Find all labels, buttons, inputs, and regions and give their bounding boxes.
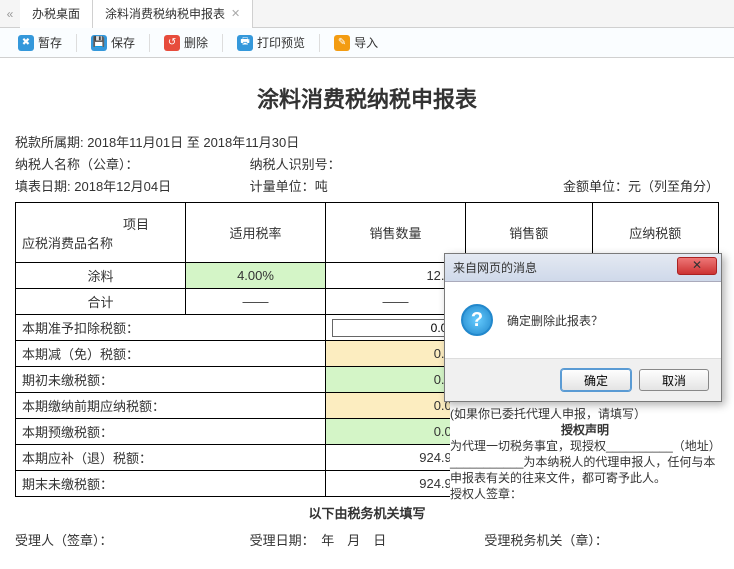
tab-bar: « 办税桌面 涂料消费税纳税申报表 ✕ — [0, 0, 734, 28]
row-label: 期末未缴税额： — [16, 471, 326, 497]
receive-date-label: 受理日期： — [250, 533, 309, 548]
unit-label: 计量单位： — [250, 179, 315, 194]
unit-value: 吨 — [315, 179, 328, 194]
cell-rate: 4.00% — [186, 263, 326, 289]
preview-button[interactable]: 🖶打印预览 — [229, 32, 313, 53]
cancel-button[interactable]: 取消 — [639, 369, 709, 391]
import-label: 导入 — [354, 34, 378, 51]
pause-button[interactable]: ✖暂存 — [10, 32, 70, 53]
hdr-item-bottom: 应税消费品名称 — [22, 233, 179, 252]
import-icon: ✎ — [334, 35, 350, 51]
delete-label: 删除 — [184, 34, 208, 51]
cell-name: 合计 — [16, 289, 186, 315]
close-icon: ✕ — [692, 258, 702, 272]
tabs-chevron-icon[interactable]: « — [0, 7, 20, 21]
amount-unit-label: 金额单位： — [563, 179, 628, 194]
meta-block: 税款所属期: 2018年11月01日 至 2018年11月30日 纳税人名称（公… — [15, 132, 719, 198]
question-icon: ? — [461, 304, 493, 336]
side-line4a: 为代理一切税务事宜，现授权__________（地址） — [450, 438, 720, 454]
side-line4b: ___________为本纳税人的代理申报人，任何与本申报表有关的往来文件，都可… — [450, 454, 720, 486]
cell-name: 涂料 — [16, 263, 186, 289]
tab-home[interactable]: 办税桌面 — [20, 0, 93, 28]
side-line5: 授权人签章： — [450, 486, 720, 502]
toolbar-separator — [222, 34, 223, 52]
tab-current[interactable]: 涂料消费税纳税申报表 ✕ — [93, 0, 253, 28]
dialog-buttons: 确定 取消 — [445, 358, 721, 401]
close-icon[interactable]: ✕ — [231, 0, 240, 28]
dialog-title: 来自网页的消息 — [453, 259, 537, 276]
toolbar-separator — [319, 34, 320, 52]
side-line2: (如果你已委托代理人申报，请填写） — [450, 406, 720, 422]
save-label: 保存 — [111, 34, 135, 51]
footer-row: 受理人（签章）： 受理日期： 年 月 日 受理税务机关（章）： — [15, 526, 719, 549]
fill-date-value: 2018年12月04日 — [74, 179, 171, 194]
tab-current-label: 涂料消费税纳税申报表 — [105, 0, 225, 28]
row-value: 924.92 — [326, 471, 466, 497]
ok-button[interactable]: 确定 — [561, 369, 631, 391]
preview-label: 打印预览 — [257, 34, 305, 51]
row-label: 期初未缴税额： — [16, 367, 326, 393]
deduct-input[interactable] — [332, 319, 459, 337]
hdr-item: 项目应税消费品名称 — [16, 203, 186, 263]
hdr-item-top: 项目 — [22, 214, 179, 233]
tab-home-label: 办税桌面 — [32, 0, 80, 28]
save-button[interactable]: 💾保存 — [83, 32, 143, 53]
dialog-body: ? 确定删除此报表？ — [445, 282, 721, 358]
row-label: 本期预缴税额： — [16, 419, 326, 445]
hdr-rate: 适用税率 — [186, 203, 326, 263]
fill-date-label: 填表日期: — [15, 179, 71, 194]
toolbar-separator — [149, 34, 150, 52]
receiver-label: 受理人（签章）： — [15, 530, 250, 549]
toolbar: ✖暂存 💾保存 ↺删除 🖶打印预览 ✎导入 — [0, 28, 734, 58]
page-title: 涂料消费税纳税申报表 — [15, 68, 719, 132]
save-icon: 💾 — [91, 35, 107, 51]
row-label: 本期应补（退）税额： — [16, 445, 326, 471]
toolbar-separator — [76, 34, 77, 52]
receive-org-label: 受理税务机关（章）： — [484, 530, 719, 549]
amount-unit-value: 元（列至角分） — [628, 179, 719, 194]
period-value: 2018年11月01日 至 2018年11月30日 — [87, 135, 299, 150]
payer-label: 纳税人名称（公章）： — [15, 157, 139, 172]
import-button[interactable]: ✎导入 — [326, 32, 386, 53]
confirm-dialog: 来自网页的消息 ✕ ? 确定删除此报表？ 确定 取消 — [444, 253, 722, 402]
receive-date-value: 年 月 日 — [321, 533, 386, 548]
row-label: 本期缴纳前期应纳税额： — [16, 393, 326, 419]
payer-id-label: 纳税人识别号： — [250, 157, 341, 172]
period-label: 税款所属期: — [15, 135, 84, 150]
delete-icon: ↺ — [164, 35, 180, 51]
dialog-message: 确定删除此报表？ — [507, 312, 603, 329]
row-label: 本期减（免）税额： — [16, 341, 326, 367]
pause-icon: ✖ — [18, 35, 34, 51]
delete-button[interactable]: ↺删除 — [156, 32, 216, 53]
row-label: 本期准予扣除税额： — [16, 315, 326, 341]
side-line3: 授权声明 — [450, 422, 720, 438]
row-value: 0.00 — [326, 419, 466, 445]
dialog-titlebar[interactable]: 来自网页的消息 ✕ — [445, 254, 721, 282]
pause-label: 暂存 — [38, 34, 62, 51]
print-icon: 🖶 — [237, 35, 253, 51]
dialog-close-button[interactable]: ✕ — [677, 257, 717, 275]
row-value: 924.92 — [326, 445, 466, 471]
cell-rate: —— — [186, 289, 326, 315]
